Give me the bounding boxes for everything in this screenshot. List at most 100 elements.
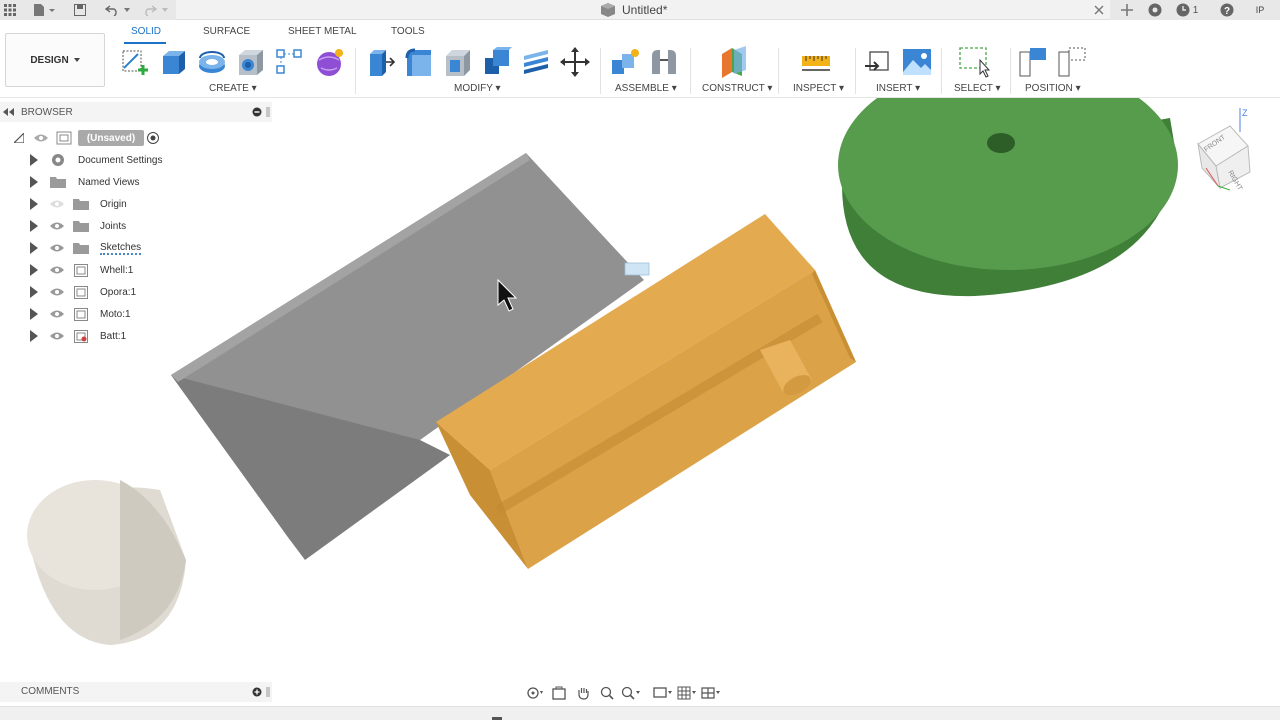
insert-canvas-icon[interactable] [901,46,933,78]
panel-grip-icon[interactable] [266,687,270,697]
pattern-icon[interactable] [274,46,306,78]
measure-icon[interactable] [800,46,832,78]
visibility-eye-icon[interactable] [50,331,64,341]
redo-dropdown-icon[interactable] [160,0,170,20]
capture-position-icon[interactable] [1018,46,1050,78]
tree-item-moto[interactable]: Moto:1 [0,303,272,325]
display-settings-icon[interactable] [652,684,674,702]
expand-triangle-icon[interactable] [30,330,38,342]
expand-triangle-icon[interactable] [30,286,38,298]
zoom-icon[interactable] [596,684,618,702]
visibility-eye-icon[interactable] [50,287,64,297]
insert-menu[interactable]: INSERT ▾ [876,83,920,94]
look-at-icon[interactable] [548,684,570,702]
hole-icon[interactable] [235,46,267,78]
comments-panel[interactable]: COMMENTS [0,682,272,702]
tree-item-sketches[interactable]: Sketches [0,237,272,259]
tree-item-whell[interactable]: Whell:1 [0,259,272,281]
revolve-icon[interactable] [196,46,228,78]
file-menu-icon[interactable] [30,0,58,20]
component-root-icon [56,131,72,145]
construct-group-label: CONSTRUCT [702,83,765,94]
tab-tools[interactable]: TOOLS [391,26,425,37]
undo-dropdown-icon[interactable] [122,0,132,20]
tab-solid[interactable]: SOLID [131,26,161,37]
expand-triangle-icon[interactable] [30,176,38,188]
assemble-group-label: ASSEMBLE [615,83,669,94]
grid-settings-icon[interactable] [676,684,698,702]
shell-icon[interactable] [442,46,474,78]
expand-triangle-icon[interactable] [30,220,38,232]
green-wheel-body[interactable] [838,60,1178,297]
help-icon[interactable]: ? [1218,0,1236,20]
apps-grid-icon[interactable] [2,0,18,20]
form-icon[interactable] [313,46,345,78]
select-icon[interactable] [958,46,991,78]
tree-root[interactable]: (Unsaved) [0,127,272,149]
add-comment-icon[interactable] [252,687,262,697]
offset-face-icon[interactable] [520,46,552,78]
fillet-icon[interactable] [403,46,435,78]
select-menu[interactable]: SELECT ▾ [954,83,1001,94]
tree-item-joints[interactable]: Joints [0,215,272,237]
move-copy-icon[interactable] [559,46,591,78]
inspect-menu[interactable]: INSPECT ▾ [793,83,844,94]
fit-zoom-icon[interactable] [620,684,642,702]
panel-grip-icon[interactable] [266,107,270,117]
insert-derive-icon[interactable] [862,46,894,78]
combine-icon[interactable] [481,46,513,78]
close-tab-icon[interactable] [1092,0,1106,20]
undo-icon[interactable] [102,0,122,20]
expand-triangle-icon[interactable] [30,264,38,276]
assemble-menu[interactable]: ASSEMBLE ▾ [615,83,677,94]
revert-position-icon[interactable] [1057,46,1089,78]
visibility-eye-icon[interactable] [50,199,64,209]
tree-item-batt[interactable]: Batt:1 [0,325,272,347]
create-menu[interactable]: CREATE ▾ [209,83,257,94]
press-pull-icon[interactable] [364,46,396,78]
tree-item-origin[interactable]: Origin [0,193,272,215]
redo-icon[interactable] [140,0,160,20]
active-tab-indicator [124,42,166,44]
visibility-eye-icon[interactable] [50,221,64,231]
offset-plane-icon[interactable] [718,46,750,78]
save-icon[interactable] [72,0,88,20]
extrude-icon[interactable] [157,46,189,78]
create-sketch-icon[interactable] [118,46,150,78]
position-menu[interactable]: POSITION ▾ [1025,83,1081,94]
expand-triangle-icon[interactable] [30,242,38,254]
separator [1010,48,1011,94]
new-component-icon[interactable] [609,46,641,78]
collapse-triangle-icon[interactable] [14,133,24,143]
modify-menu[interactable]: MODIFY ▾ [454,83,501,94]
viewcube[interactable]: Z FRONT RIGHT [1190,102,1270,192]
expand-triangle-icon[interactable] [30,198,38,210]
visibility-eye-icon[interactable] [50,243,64,253]
expand-triangle-icon[interactable] [30,308,38,320]
tab-surface[interactable]: SURFACE [203,26,250,37]
construct-menu[interactable]: CONSTRUCT ▾ [702,83,772,94]
extensions-icon[interactable] [1146,0,1164,20]
root-component-label[interactable]: (Unsaved) [78,130,144,146]
document-tab[interactable]: Untitled* [600,0,667,20]
visibility-eye-icon[interactable] [50,265,64,275]
workspace-switcher[interactable]: DESIGN [5,33,105,87]
visibility-eye-icon[interactable] [34,133,48,143]
browser-options-icon[interactable] [252,107,262,117]
orbit-icon[interactable] [524,684,546,702]
pan-hand-icon[interactable] [572,684,594,702]
tree-item-named-views[interactable]: Named Views [0,171,272,193]
expand-triangle-icon[interactable] [30,154,38,166]
collapse-panel-icon[interactable] [3,108,15,116]
visibility-eye-icon[interactable] [50,309,64,319]
activate-radio-icon[interactable] [147,132,159,144]
white-cylinder-body[interactable] [27,480,186,645]
tree-item-document-settings[interactable]: Document Settings [0,149,272,171]
viewports-icon[interactable] [700,684,722,702]
joint-icon[interactable] [648,46,680,78]
user-avatar[interactable]: IP [1248,0,1272,20]
new-tab-icon[interactable] [1118,0,1136,20]
tree-item-opora[interactable]: Opora:1 [0,281,272,303]
tab-sheet-metal[interactable]: SHEET METAL [288,26,357,37]
job-status-button[interactable]: 1 [1172,0,1202,20]
